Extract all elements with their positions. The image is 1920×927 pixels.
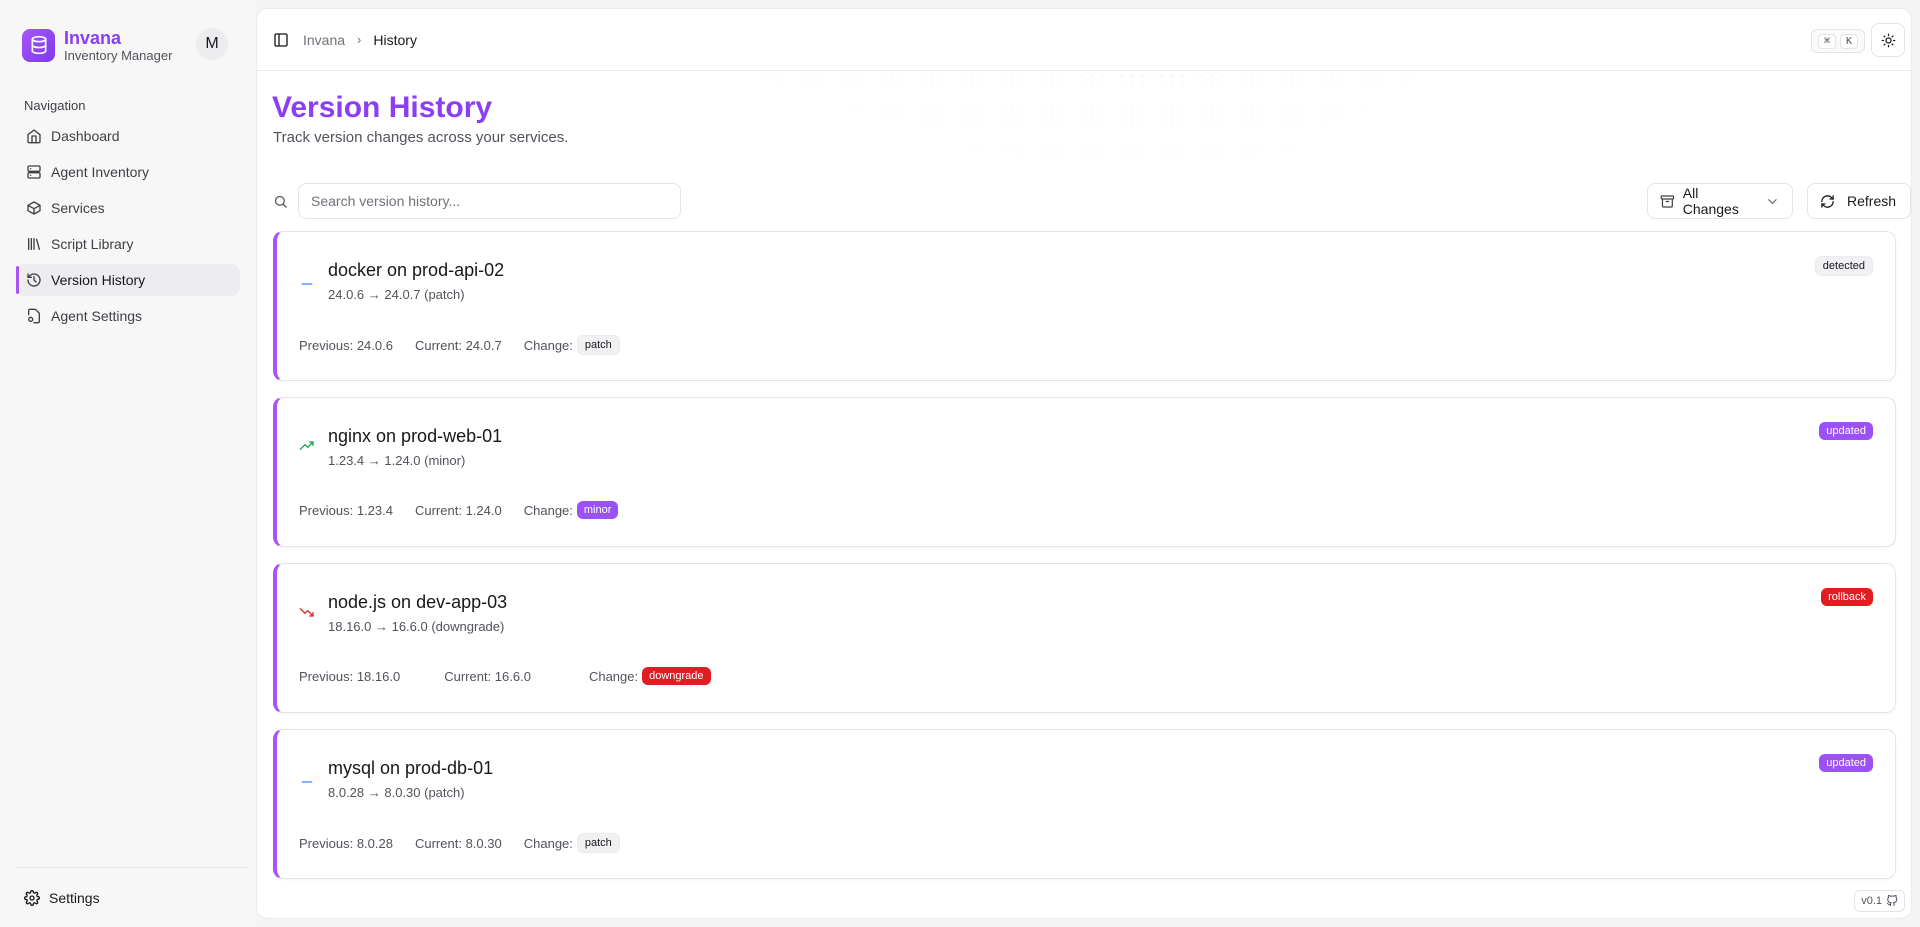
card-title: docker on prod-api-02 (328, 260, 505, 280)
sidebar: Invana Inventory Manager M Navigation Da… (0, 0, 256, 927)
history-card[interactable]: node.js on dev-app-03 18.16.0 → 16.6.0 (… (273, 563, 1896, 713)
card-summary: 18.16.0 → 16.6.0 (downgrade) (328, 619, 505, 634)
history-card[interactable]: docker on prod-api-02 24.0.6 → 24.0.7 (p… (273, 231, 1896, 381)
file-cog-icon (27, 308, 40, 324)
card-summary: 24.0.6 → 24.0.7 (patch) (328, 287, 465, 302)
version-badge[interactable]: v0.1 (1854, 890, 1905, 912)
card-title: mysql on prod-db-01 (328, 758, 494, 778)
breadcrumb-current: History (373, 31, 417, 48)
nav-list: Dashboard Agent Inventory Services Scrip… (16, 120, 240, 336)
status-badge: detected (1814, 256, 1873, 276)
previous-version: Previous: 8.0.28 (299, 835, 393, 851)
current-version: Current: 1.24.0 (414, 502, 502, 518)
topbar: Invana › History ⌘ K (257, 9, 1911, 71)
card-meta: Previous: 8.0.28 Current: 8.0.30 Change:… (299, 833, 620, 853)
minus-icon (301, 781, 313, 783)
database-icon (22, 28, 55, 62)
avatar[interactable]: M (196, 28, 228, 60)
change-type-badge: patch (576, 833, 620, 853)
current-version: Current: 24.0.7 (414, 337, 502, 353)
refresh-button[interactable]: Refresh (1807, 183, 1911, 219)
sidebar-item-services[interactable]: Services (16, 192, 240, 224)
version-label: v0.1 (1861, 895, 1882, 907)
sidebar-item-label: Agent Settings (51, 308, 143, 324)
sidebar-item-label: Version History (51, 272, 146, 288)
main-panel: Invana › History ⌘ K Version History Tra… (256, 8, 1912, 919)
nav-heading: Navigation (24, 98, 86, 113)
settings-link[interactable]: Settings (16, 867, 248, 927)
sidebar-item-version-history[interactable]: Version History (16, 264, 240, 296)
refresh-label: Refresh (1847, 193, 1897, 209)
library-icon (28, 238, 40, 250)
sidebar-item-agent-inventory[interactable]: Agent Inventory (16, 156, 240, 188)
change-label: Change: (523, 502, 573, 518)
card-meta: Previous: 1.23.4 Current: 1.24.0 Change:… (299, 501, 619, 519)
previous-version: Previous: 1.23.4 (299, 502, 393, 518)
page-header: Version History Track version changes ac… (257, 71, 1911, 241)
card-summary: 1.23.4 → 1.24.0 (minor) (328, 453, 466, 468)
github-icon (1886, 895, 1898, 906)
current-version: Current: 16.6.0 (444, 668, 531, 684)
trending-down-icon (299, 608, 314, 617)
box-icon (27, 201, 41, 215)
search-input[interactable] (298, 183, 681, 219)
search-icon (274, 195, 287, 208)
sidebar-item-agent-settings[interactable]: Agent Settings (16, 300, 240, 332)
card-title: nginx on prod-web-01 (328, 426, 503, 446)
archive-icon (1660, 194, 1675, 208)
current-version: Current: 8.0.30 (414, 835, 502, 851)
server-icon (27, 165, 41, 179)
sidebar-item-label: Dashboard (51, 128, 120, 144)
previous-version: Previous: 24.0.6 (299, 337, 393, 353)
previous-version: Previous: 18.16.0 (299, 668, 401, 684)
card-title: node.js on dev-app-03 (328, 592, 508, 612)
search-bar (273, 183, 681, 219)
home-icon (27, 129, 41, 144)
chevron-right-icon: › (357, 32, 362, 47)
trending-up-icon (299, 441, 314, 450)
sidebar-toggle-icon[interactable] (273, 32, 289, 48)
change-type-badge: patch (576, 335, 620, 355)
sidebar-item-dashboard[interactable]: Dashboard (16, 120, 240, 152)
settings-label: Settings (49, 889, 100, 906)
page-subtitle: Track version changes across your servic… (273, 129, 569, 146)
change-filter-select[interactable]: All Changes (1647, 183, 1793, 219)
brand-name: Invana (64, 27, 122, 48)
sidebar-item-label: Agent Inventory (51, 164, 150, 180)
gear-icon (24, 889, 40, 906)
brand-subtitle: Inventory Manager (64, 47, 173, 63)
status-badge: updated (1819, 754, 1873, 772)
kbd-k: K (1839, 33, 1858, 49)
change-type-badge: minor (576, 501, 619, 519)
card-meta: Previous: 18.16.0 Current: 16.6.0 Change… (299, 667, 711, 685)
change-type-badge: downgrade (642, 667, 711, 685)
status-badge: rollback (1821, 588, 1873, 606)
card-meta: Previous: 24.0.6 Current: 24.0.7 Change:… (299, 335, 620, 355)
sidebar-item-label: Services (51, 200, 105, 216)
history-card[interactable]: mysql on prod-db-01 8.0.28 → 8.0.30 (pat… (273, 729, 1896, 879)
theme-toggle-button[interactable] (1871, 23, 1905, 57)
change-label: Change: (588, 668, 639, 684)
change-label: Change: (523, 835, 573, 851)
sidebar-item-label: Script Library (51, 236, 134, 252)
filter-label: All Changes (1682, 185, 1739, 217)
sidebar-item-script-library[interactable]: Script Library (16, 228, 240, 260)
sun-icon (1881, 33, 1895, 47)
history-card[interactable]: nginx on prod-web-01 1.23.4 → 1.24.0 (mi… (273, 397, 1896, 547)
kbd-cmd: ⌘ (1817, 33, 1836, 49)
minus-icon (301, 283, 313, 285)
chevron-down-icon (1768, 198, 1777, 204)
change-label: Change: (523, 337, 573, 353)
app: Invana Inventory Manager M Navigation Da… (0, 0, 1920, 927)
command-shortcut[interactable]: ⌘ K (1810, 29, 1865, 53)
history-icon (27, 273, 41, 287)
card-summary: 8.0.28 → 8.0.30 (patch) (328, 785, 465, 800)
version-history-list: docker on prod-api-02 24.0.6 → 24.0.7 (p… (273, 231, 1896, 895)
status-badge: updated (1819, 422, 1873, 440)
refresh-icon (1821, 194, 1834, 208)
breadcrumb-root[interactable]: Invana (303, 32, 345, 48)
page-title: Version History (272, 91, 493, 124)
